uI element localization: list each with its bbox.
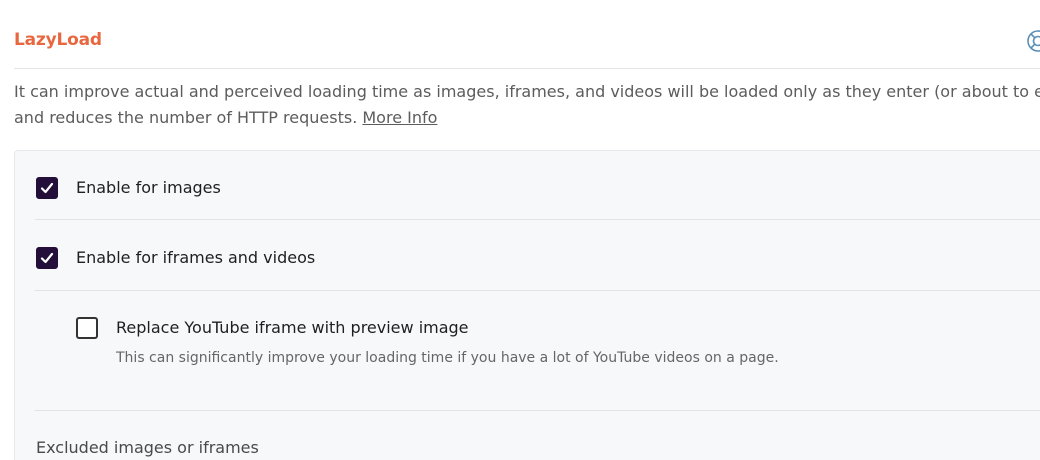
description-line-2: and reduces the number of HTTP requests.…	[14, 105, 1040, 131]
section-title: LazyLoad	[14, 30, 102, 50]
checkmark-icon	[40, 252, 54, 264]
section-description: It can improve actual and perceived load…	[14, 79, 1040, 131]
youtube-preview-help: This can significantly improve your load…	[116, 350, 779, 366]
description-line-1: It can improve actual and perceived load…	[14, 82, 1040, 101]
page: LazyLoad It can improve actual and perce…	[0, 0, 1040, 460]
divider	[35, 410, 1040, 411]
enable-iframes-label[interactable]: Enable for iframes and videos	[76, 248, 315, 267]
excluded-label: Excluded images or iframes	[36, 438, 259, 457]
enable-iframes-checkbox[interactable]	[36, 247, 58, 269]
youtube-preview-checkbox[interactable]	[76, 317, 98, 339]
divider	[35, 219, 1040, 220]
checkmark-icon	[40, 182, 54, 194]
more-info-link[interactable]: More Info	[362, 108, 437, 127]
enable-images-label[interactable]: Enable for images	[76, 178, 221, 197]
divider	[35, 290, 1040, 291]
section-header: LazyLoad	[14, 28, 1040, 69]
enable-images-checkbox[interactable]	[36, 177, 58, 199]
description-text: and reduces the number of HTTP requests.	[14, 108, 358, 127]
lifebuoy-icon[interactable]	[1025, 28, 1040, 54]
youtube-preview-label[interactable]: Replace YouTube iframe with preview imag…	[116, 318, 469, 337]
lazyload-options-panel: Enable for images Enable for iframes and…	[14, 150, 1040, 460]
